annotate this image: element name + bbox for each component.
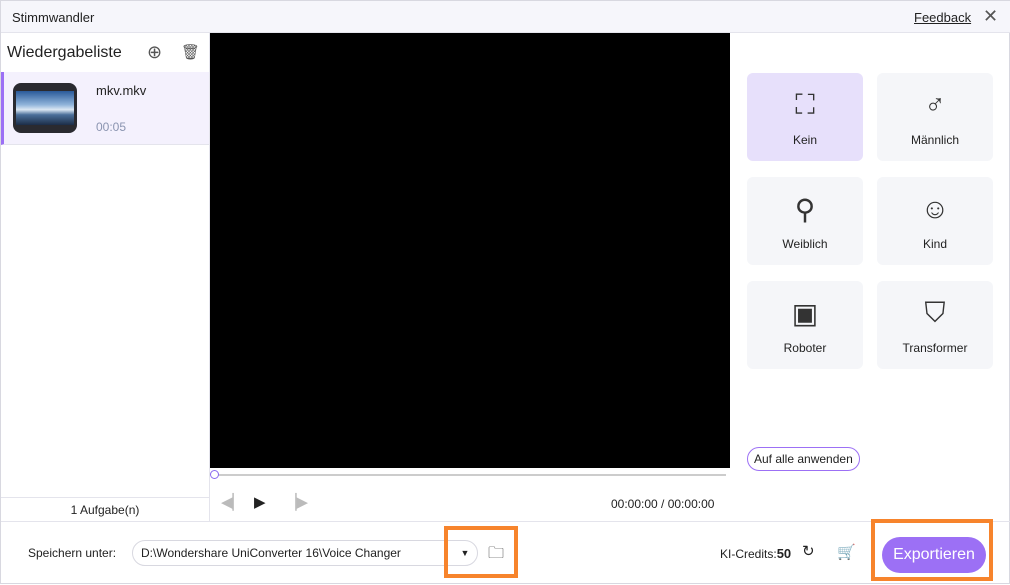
effect-robot[interactable]: ▣ Roboter (747, 281, 863, 369)
cart-icon[interactable]: 🛒 (837, 543, 856, 561)
apply-all-button[interactable]: Auf alle anwenden (747, 447, 860, 471)
window-title: Stimmwandler (12, 10, 95, 25)
effect-transformer[interactable]: ⛉ Transformer (877, 281, 993, 369)
file-duration: 00:05 (96, 120, 127, 134)
save-path-field[interactable]: D:\Wondershare UniConverter 16\Voice Cha… (132, 540, 478, 566)
add-file-icon[interactable]: ⊕ (147, 42, 162, 63)
bottom-bar: Speichern unter: D:\Wondershare UniConve… (1, 519, 1010, 585)
effect-male[interactable]: ♂ Männlich (877, 73, 993, 161)
feedback-link[interactable]: Feedback (914, 10, 971, 25)
effect-none[interactable]: ⛶ Kein (747, 73, 863, 161)
voice-effects: ⛶ Kein ♂ Männlich ⚲ Weiblich ☺ Kind ▣ Roboter… (747, 73, 993, 369)
window: Stimmwandler Feedback ✕ Wiedergabeliste … (0, 0, 1010, 584)
playlist-title: Wiedergabeliste (7, 44, 122, 61)
list-item[interactable]: mkv.mkv 00:05 (1, 72, 209, 145)
task-count: 1 Aufgabe(n) (1, 497, 209, 521)
progress-bar[interactable] (214, 474, 726, 476)
close-icon[interactable]: ✕ (983, 6, 998, 27)
child-icon: ☺ (920, 193, 950, 224)
delete-icon[interactable]: 🗑 (181, 43, 200, 61)
file-name: mkv.mkv (96, 83, 147, 98)
frame-icon: ⛶ (795, 89, 815, 120)
next-frame-icon[interactable]: ▕▶ (285, 493, 308, 511)
play-icon[interactable]: ▶ (254, 493, 266, 511)
robot-icon: ▣ (791, 298, 819, 329)
time-display: 00:00:00 / 00:00:00 (611, 497, 715, 511)
save-location-label: Speichern unter: (28, 546, 117, 560)
title-bar: Stimmwandler Feedback ✕ (1, 1, 1010, 33)
effect-child[interactable]: ☺ Kind (877, 177, 993, 265)
highlight-box (444, 526, 518, 578)
video-thumbnail (13, 83, 77, 133)
export-button[interactable]: Exportieren (882, 537, 986, 573)
progress-handle[interactable] (210, 470, 219, 479)
female-icon: ⚲ (794, 194, 816, 225)
transformer-icon: ⛉ (924, 297, 946, 328)
male-icon: ♂ (924, 89, 946, 120)
ai-credits: KI-Credits:50 (720, 546, 792, 561)
refresh-icon[interactable]: ↻ (802, 542, 815, 560)
playlist-panel: Wiedergabeliste ⊕ 🗑 mkv.mkv 00:05 1 Aufg… (1, 33, 210, 521)
previous-frame-icon[interactable]: ◀▏ (221, 493, 244, 511)
video-preview (210, 33, 730, 468)
effect-female[interactable]: ⚲ Weiblich (747, 177, 863, 265)
